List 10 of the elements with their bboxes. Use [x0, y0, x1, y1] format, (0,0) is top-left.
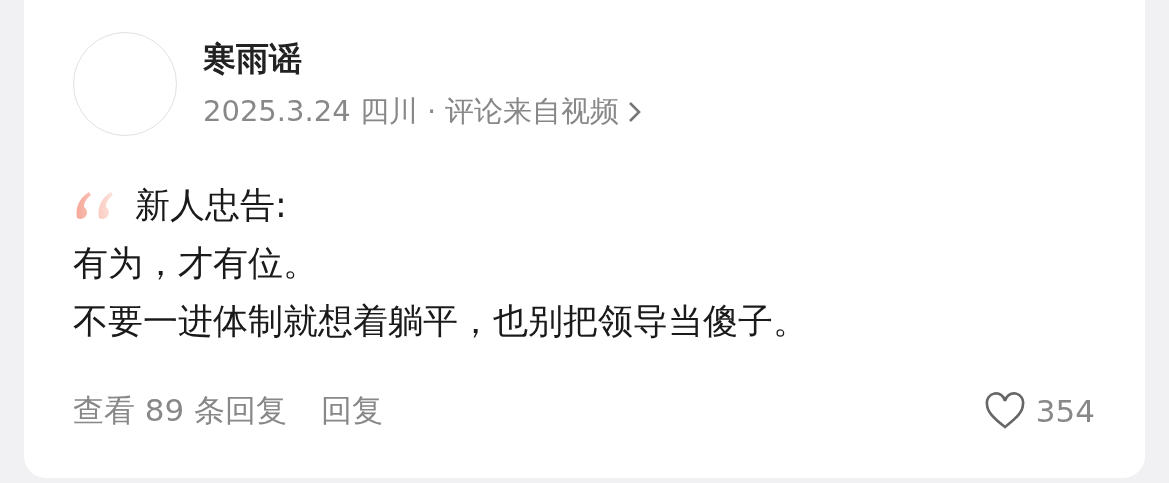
comment-text: 新人忠告:	[135, 184, 287, 227]
chevron-icon[interactable]	[627, 99, 642, 124]
view-replies-link[interactable]: 查看 89 条回复	[73, 390, 288, 432]
comment-text: 不要一进体制就想着躺平，也别把领导当傻子。	[73, 301, 808, 341]
author-name[interactable]: 寒雨谣	[203, 36, 642, 82]
like-count: 354	[1035, 393, 1095, 429]
heart-icon[interactable]	[983, 392, 1026, 430]
reply-link[interactable]: 回复	[321, 390, 384, 432]
comment-text: 有为，才有位。	[73, 243, 318, 283]
comment-meta: 2025.3.24 四川 · 评论来自视频	[203, 92, 620, 130]
